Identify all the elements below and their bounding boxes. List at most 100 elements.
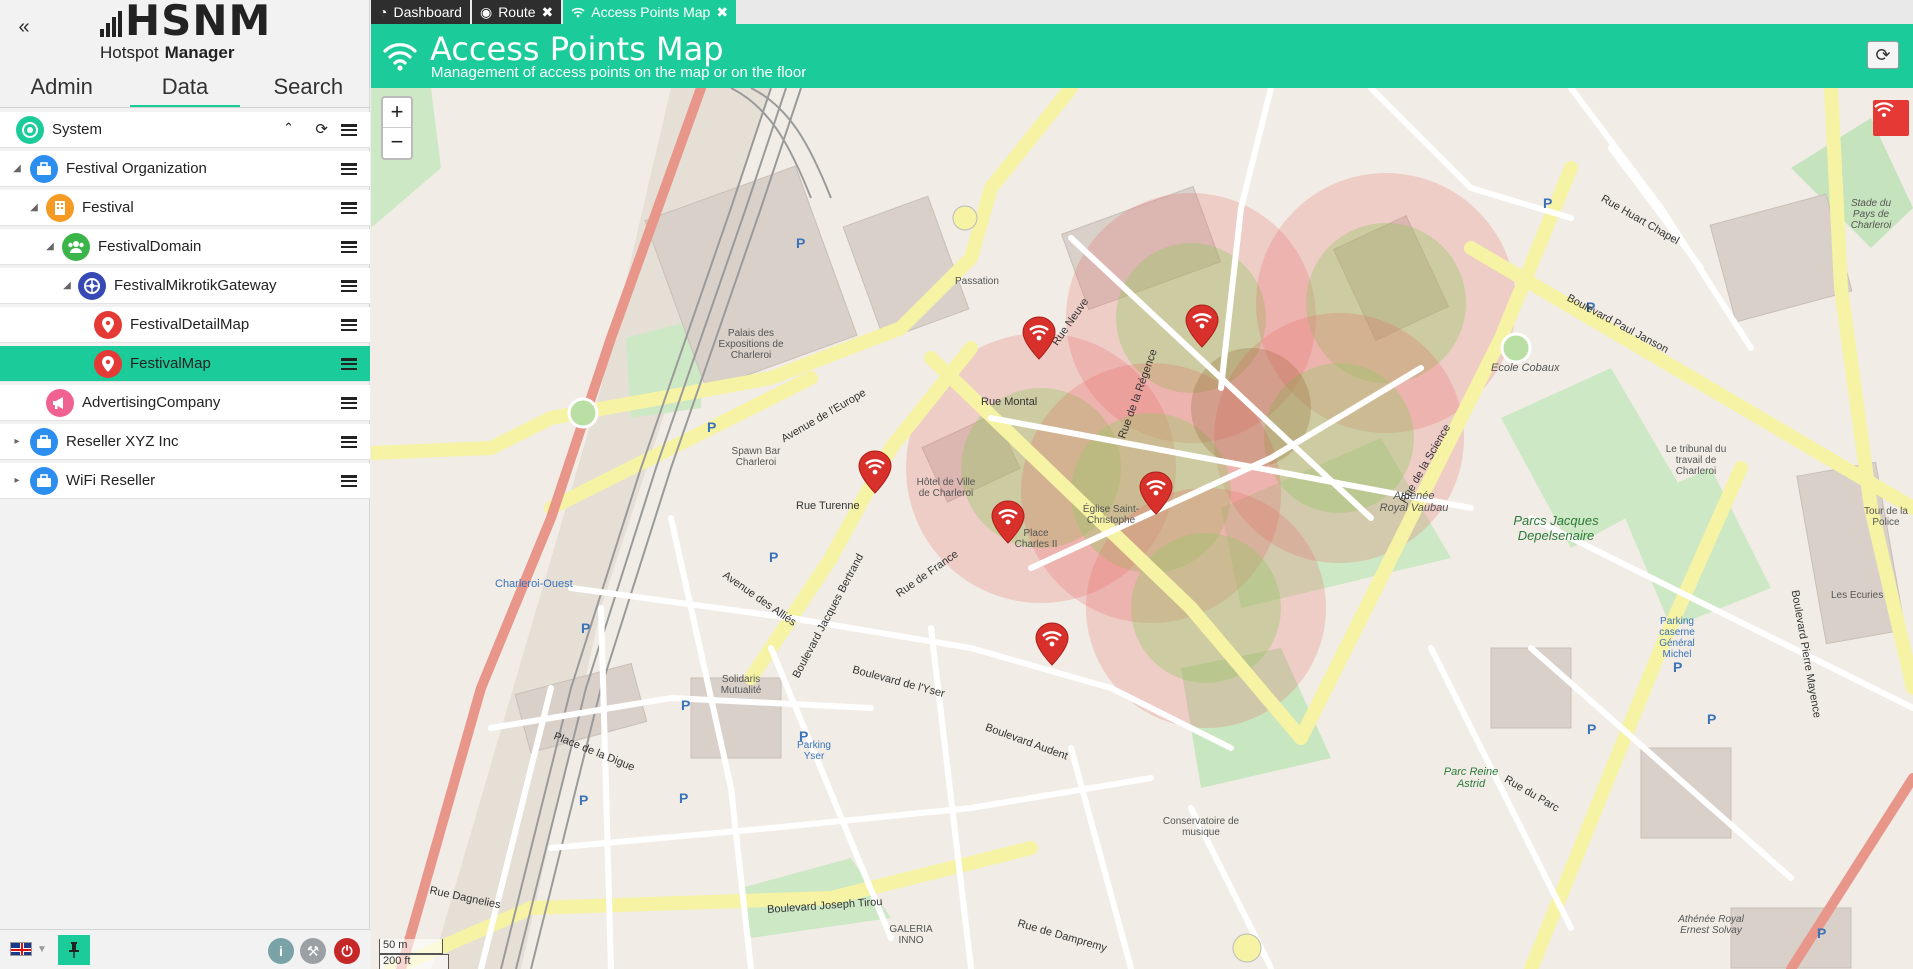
menu-icon[interactable] xyxy=(340,238,358,256)
logo-sub-manager: Manager xyxy=(164,43,235,62)
tab-access-points-map[interactable]: Access Points Map ✖ xyxy=(563,0,737,24)
tree-item-reseller-xyz[interactable]: ▸ Reseller XYZ Inc xyxy=(0,424,370,460)
tree-item-festival-detail-map[interactable]: FestivalDetailMap xyxy=(0,307,370,343)
uk-flag-icon[interactable] xyxy=(10,942,32,956)
logo-sub-hotspot: Hotspot xyxy=(100,43,159,62)
refresh-button[interactable]: ⟳ xyxy=(1867,41,1899,69)
signal-bars-icon xyxy=(100,11,122,37)
tree-item-festival-map[interactable]: FestivalMap xyxy=(0,346,370,382)
svg-text:P: P xyxy=(1707,711,1716,727)
caret-down-icon[interactable]: ◢ xyxy=(12,163,22,174)
access-point-marker[interactable] xyxy=(1139,471,1173,515)
close-icon[interactable]: ✖ xyxy=(716,4,728,21)
map-label: Spawn Bar Charleroi xyxy=(731,446,781,468)
menu-icon[interactable] xyxy=(340,316,358,334)
svg-text:P: P xyxy=(581,620,590,636)
map-pin-icon xyxy=(94,310,122,339)
route-icon: ◉ xyxy=(479,3,493,20)
caret-down-icon[interactable]: ◢ xyxy=(45,241,55,252)
collapse-sidebar-icon[interactable]: « xyxy=(12,16,36,40)
menu-icon[interactable] xyxy=(340,277,358,295)
briefcase-icon xyxy=(30,427,58,456)
tree-item-label: Reseller XYZ Inc xyxy=(66,433,179,450)
access-point-marker[interactable] xyxy=(1035,622,1069,666)
gateway-icon xyxy=(78,271,106,300)
tab-label: Dashboard xyxy=(393,4,462,20)
menu-icon[interactable] xyxy=(340,160,358,178)
scale-metric: 50 m xyxy=(379,939,443,954)
language-dropdown-icon[interactable]: ▼ xyxy=(37,944,47,955)
map-label: Les Ecuries xyxy=(1831,590,1884,601)
access-point-marker[interactable] xyxy=(991,500,1025,544)
access-point-marker[interactable] xyxy=(858,450,892,494)
page-subtitle: Management of access points on the map o… xyxy=(431,64,807,81)
tree-item-wifi-reseller[interactable]: ▸ WiFi Reseller xyxy=(0,463,370,499)
map-label: Parking caserne Général Michel xyxy=(1659,616,1695,660)
tab-data[interactable]: Data xyxy=(129,72,240,108)
megaphone-icon xyxy=(46,388,74,417)
caret-down-icon[interactable]: ◢ xyxy=(29,202,39,213)
page-title: Access Points Map xyxy=(430,30,724,68)
scale-imperial: 200 ft xyxy=(379,954,449,969)
pin-button[interactable] xyxy=(58,935,90,965)
access-point-layer-toggle[interactable] xyxy=(1873,100,1909,136)
close-icon[interactable]: ✖ xyxy=(542,4,554,21)
info-button[interactable]: i xyxy=(268,938,294,964)
tab-label: Route xyxy=(498,4,536,20)
building-icon xyxy=(46,193,74,222)
settings-button[interactable]: ⚒ xyxy=(300,938,326,964)
menu-icon[interactable] xyxy=(340,121,358,139)
map-label: Charleroi-Ouest xyxy=(495,578,573,590)
tab-admin[interactable]: Admin xyxy=(7,72,117,108)
map-pin-icon xyxy=(94,349,122,378)
map-label: Rue Montal xyxy=(981,396,1038,408)
top-tabs: ◔ Dashboard ◉ Route ✖ Access Points Map … xyxy=(371,0,1913,24)
tree-item-label: FestivalMikrotikGateway xyxy=(114,277,277,294)
map-label: Solidaris Mutualité xyxy=(720,674,762,696)
tree-item-festival-mikrotik-gateway[interactable]: ◢ FestivalMikrotikGateway xyxy=(0,268,370,304)
caret-right-icon[interactable]: ▸ xyxy=(12,475,22,486)
sidebar: « HSNM Hotspot Manager Admin Data Search … xyxy=(0,0,370,969)
svg-text:P: P xyxy=(681,697,690,713)
zoom-in-button[interactable]: + xyxy=(383,98,411,128)
collapse-all-icon[interactable]: ⌃ xyxy=(283,120,294,136)
refresh-icon[interactable]: ⟳ xyxy=(315,120,328,138)
access-point-marker[interactable] xyxy=(1022,316,1056,360)
svg-text:P: P xyxy=(707,419,716,435)
tree-item-label: AdvertisingCompany xyxy=(82,394,221,411)
tree-item-label: FestivalDomain xyxy=(98,238,202,255)
info-icon: i xyxy=(279,943,283,959)
tree-item-label: WiFi Reseller xyxy=(66,472,156,489)
zoom-out-button[interactable]: − xyxy=(383,128,411,158)
caret-down-icon[interactable]: ◢ xyxy=(62,280,72,291)
menu-icon[interactable] xyxy=(340,199,358,217)
map-label: Parking Yser xyxy=(797,740,831,762)
tree-item-festival[interactable]: ◢ Festival xyxy=(0,190,370,226)
tree-item-label: Festival Organization xyxy=(66,160,207,177)
tree-item-advertising-company[interactable]: AdvertisingCompany xyxy=(0,385,370,421)
menu-icon[interactable] xyxy=(340,394,358,412)
map-label: Conservatoire de musique xyxy=(1162,816,1240,838)
tab-search[interactable]: Search xyxy=(253,72,363,108)
tree-item-festival-organization[interactable]: ◢ Festival Organization xyxy=(0,151,370,187)
map-label: Passation xyxy=(955,276,999,287)
map-tiles: PPP PPP PPP PPP PP xyxy=(371,88,1913,969)
menu-icon[interactable] xyxy=(340,355,358,373)
wifi-icon xyxy=(1874,102,1894,117)
tab-dashboard[interactable]: ◔ Dashboard xyxy=(371,0,470,24)
tree-item-festival-domain[interactable]: ◢ FestivalDomain xyxy=(0,229,370,265)
map-canvas[interactable]: PPP PPP PPP PPP PP Parcs Jacques Depelse… xyxy=(371,88,1913,969)
tab-route[interactable]: ◉ Route ✖ xyxy=(471,0,562,24)
logout-button[interactable]: ⏻ xyxy=(334,938,360,964)
wifi-icon xyxy=(383,43,417,71)
tree-item-label: FestivalDetailMap xyxy=(130,316,250,333)
menu-icon[interactable] xyxy=(340,433,358,451)
menu-icon[interactable] xyxy=(340,472,358,490)
access-point-marker[interactable] xyxy=(1185,304,1219,348)
map-label: Le tribunal du travail de Charleroi xyxy=(1665,444,1727,477)
svg-text:P: P xyxy=(769,549,778,565)
pin-icon xyxy=(69,942,79,958)
caret-right-icon[interactable]: ▸ xyxy=(12,436,22,447)
tree-item-system[interactable]: System ⌃ ⟳ xyxy=(0,112,370,148)
refresh-icon: ⟳ xyxy=(1875,44,1891,65)
